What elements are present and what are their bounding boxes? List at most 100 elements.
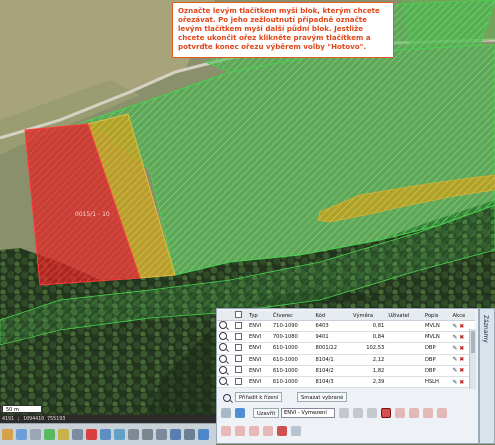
map-icon[interactable] (44, 429, 55, 440)
edit-icon[interactable] (58, 429, 69, 440)
table-scrollbar[interactable] (469, 329, 476, 389)
cell-popis: DBP (422, 354, 451, 366)
delete-x-icon[interactable]: ✖ (459, 334, 464, 341)
table-icon[interactable] (156, 429, 167, 440)
assign-to-procedure-button[interactable]: Přiřadit k řízení (235, 392, 283, 402)
edit-pencil-icon[interactable]: ✎ (453, 367, 458, 374)
delete-x-icon[interactable]: ✖ (459, 345, 464, 352)
delete-x-icon[interactable]: ✖ (459, 379, 464, 386)
row-zoom-cell[interactable] (217, 376, 233, 389)
select-icon[interactable] (114, 429, 125, 440)
cell-ctverec: 610-1000 (270, 354, 314, 366)
print-icon[interactable] (30, 429, 41, 440)
delete-x-icon[interactable]: ✖ (459, 367, 464, 374)
edit-pencil-icon[interactable]: ✎ (453, 356, 458, 363)
table-row[interactable]: ENVI 710-1090 6403 0,81 MVLN ✎ ✖ (217, 320, 475, 333)
measure-icon[interactable] (100, 429, 111, 440)
move-icon[interactable] (249, 426, 259, 436)
cut-tool-icon[interactable] (353, 408, 363, 418)
row-check-cell[interactable] (233, 376, 247, 389)
rotate-icon[interactable] (263, 426, 273, 436)
row-zoom-cell[interactable] (217, 331, 233, 344)
col-typ[interactable]: Typ (247, 311, 271, 321)
row-zoom-cell[interactable] (217, 365, 233, 377)
cell-popis: HSLH (422, 376, 451, 389)
pdf-icon[interactable] (86, 429, 97, 440)
col-uzivatel[interactable]: Uživatel (386, 311, 423, 321)
row-check-cell[interactable] (233, 342, 247, 355)
row-checkbox[interactable] (235, 343, 242, 351)
row-zoom-cell[interactable] (217, 320, 233, 333)
refresh-icon[interactable] (221, 408, 231, 418)
row-checkbox[interactable] (235, 332, 242, 340)
window-icon[interactable] (235, 408, 245, 418)
scrollbar-thumb[interactable] (471, 331, 475, 353)
table-row[interactable]: ENVI 610-1000 8104/3 2,39 HSLH ✎ ✖ (217, 376, 475, 389)
edit-pencil-icon[interactable]: ✎ (453, 379, 458, 386)
info-icon[interactable] (170, 429, 181, 440)
pencil-tool-icon[interactable] (2, 429, 13, 440)
row-checkbox[interactable] (235, 366, 242, 374)
draw-tool-icon[interactable] (339, 408, 349, 418)
col-ctverec[interactable]: Čtverec (270, 311, 314, 321)
cell-vymera: 0,84 (351, 331, 387, 344)
edit-pencil-icon[interactable]: ✎ (453, 323, 458, 330)
col-vymera[interactable]: Výměra (351, 311, 387, 321)
cell-vymera: 2,39 (351, 376, 387, 389)
row-zoom-cell[interactable] (217, 354, 233, 366)
edit-pencil-icon[interactable]: ✎ (453, 345, 458, 352)
layers-icon[interactable] (16, 429, 27, 440)
delete-selected-button[interactable]: Smazat vybrané (297, 392, 348, 402)
cell-typ: ENVI (247, 365, 271, 377)
col-check[interactable] (233, 311, 247, 321)
col-zoom (217, 311, 233, 321)
book-icon[interactable] (72, 429, 83, 440)
instruction-tooltip: Označte levým tlačítkem myši blok, který… (172, 2, 394, 58)
layer-type-select[interactable]: ENVI - Vymezení (281, 408, 335, 418)
table-row[interactable]: ENVI 610-1000 8104/2 1,82 DBP ✎ ✖ (217, 365, 475, 377)
search-map-icon[interactable] (184, 429, 195, 440)
crop-active-icon[interactable] (381, 408, 391, 418)
split-tool-icon[interactable] (395, 408, 405, 418)
table-row[interactable]: ENVI 700-1080 9401 0,84 MVLN ✎ ✖ (217, 331, 475, 344)
col-popis[interactable]: Popis (422, 311, 451, 321)
table-row[interactable]: ENVI 610-1000 8104/1 2,12 DBP ✎ ✖ (217, 354, 475, 366)
delete-x-icon[interactable]: ✖ (459, 356, 464, 363)
row-checkbox[interactable] (235, 377, 242, 385)
zoom-to-feature-icon[interactable] (219, 365, 227, 374)
add-feature-icon[interactable] (221, 426, 231, 436)
edit-pencil-icon[interactable]: ✎ (453, 334, 458, 341)
delete-x-icon[interactable]: ✖ (459, 323, 464, 330)
export-icon[interactable] (142, 429, 153, 440)
zoom-to-feature-icon[interactable] (219, 332, 227, 341)
table-actions: Přiřadit k řízení Smazat vybrané (219, 392, 477, 404)
records-side-tab[interactable]: Záznamy (479, 308, 495, 444)
row-zoom-cell[interactable] (217, 342, 233, 355)
row-check-cell[interactable] (233, 331, 247, 344)
zoom-to-feature-icon[interactable] (219, 354, 227, 363)
magnet-icon[interactable] (291, 426, 301, 436)
cell-typ: ENVI (247, 331, 271, 344)
print-map-icon[interactable] (128, 429, 139, 440)
table-row[interactable]: ENVI 610-1000 8001/22 102,53 DBP ✎ ✖ (217, 342, 475, 355)
close-button[interactable]: Uzavřít (253, 408, 280, 418)
row-check-cell[interactable] (233, 365, 247, 377)
delete-feature-icon[interactable] (235, 426, 245, 436)
zoom-all-icon[interactable] (223, 394, 231, 402)
polygon-tool-icon[interactable] (437, 408, 447, 418)
undo-icon[interactable] (277, 426, 287, 436)
row-check-cell[interactable] (233, 320, 247, 333)
row-checkbox[interactable] (235, 321, 242, 329)
row-check-cell[interactable] (233, 354, 247, 366)
zoom-to-feature-icon[interactable] (219, 321, 227, 330)
zoom-to-feature-icon[interactable] (219, 343, 227, 352)
select-all-checkbox[interactable] (235, 311, 242, 318)
vertex-tool-icon[interactable] (423, 408, 433, 418)
zoom-to-feature-icon[interactable] (219, 377, 227, 386)
cell-uzivatel (386, 331, 423, 344)
erase-tool-icon[interactable] (409, 408, 419, 418)
help-icon[interactable] (198, 429, 209, 440)
merge-tool-icon[interactable] (367, 408, 377, 418)
col-kod[interactable]: Kód (313, 311, 352, 321)
row-checkbox[interactable] (235, 355, 242, 363)
